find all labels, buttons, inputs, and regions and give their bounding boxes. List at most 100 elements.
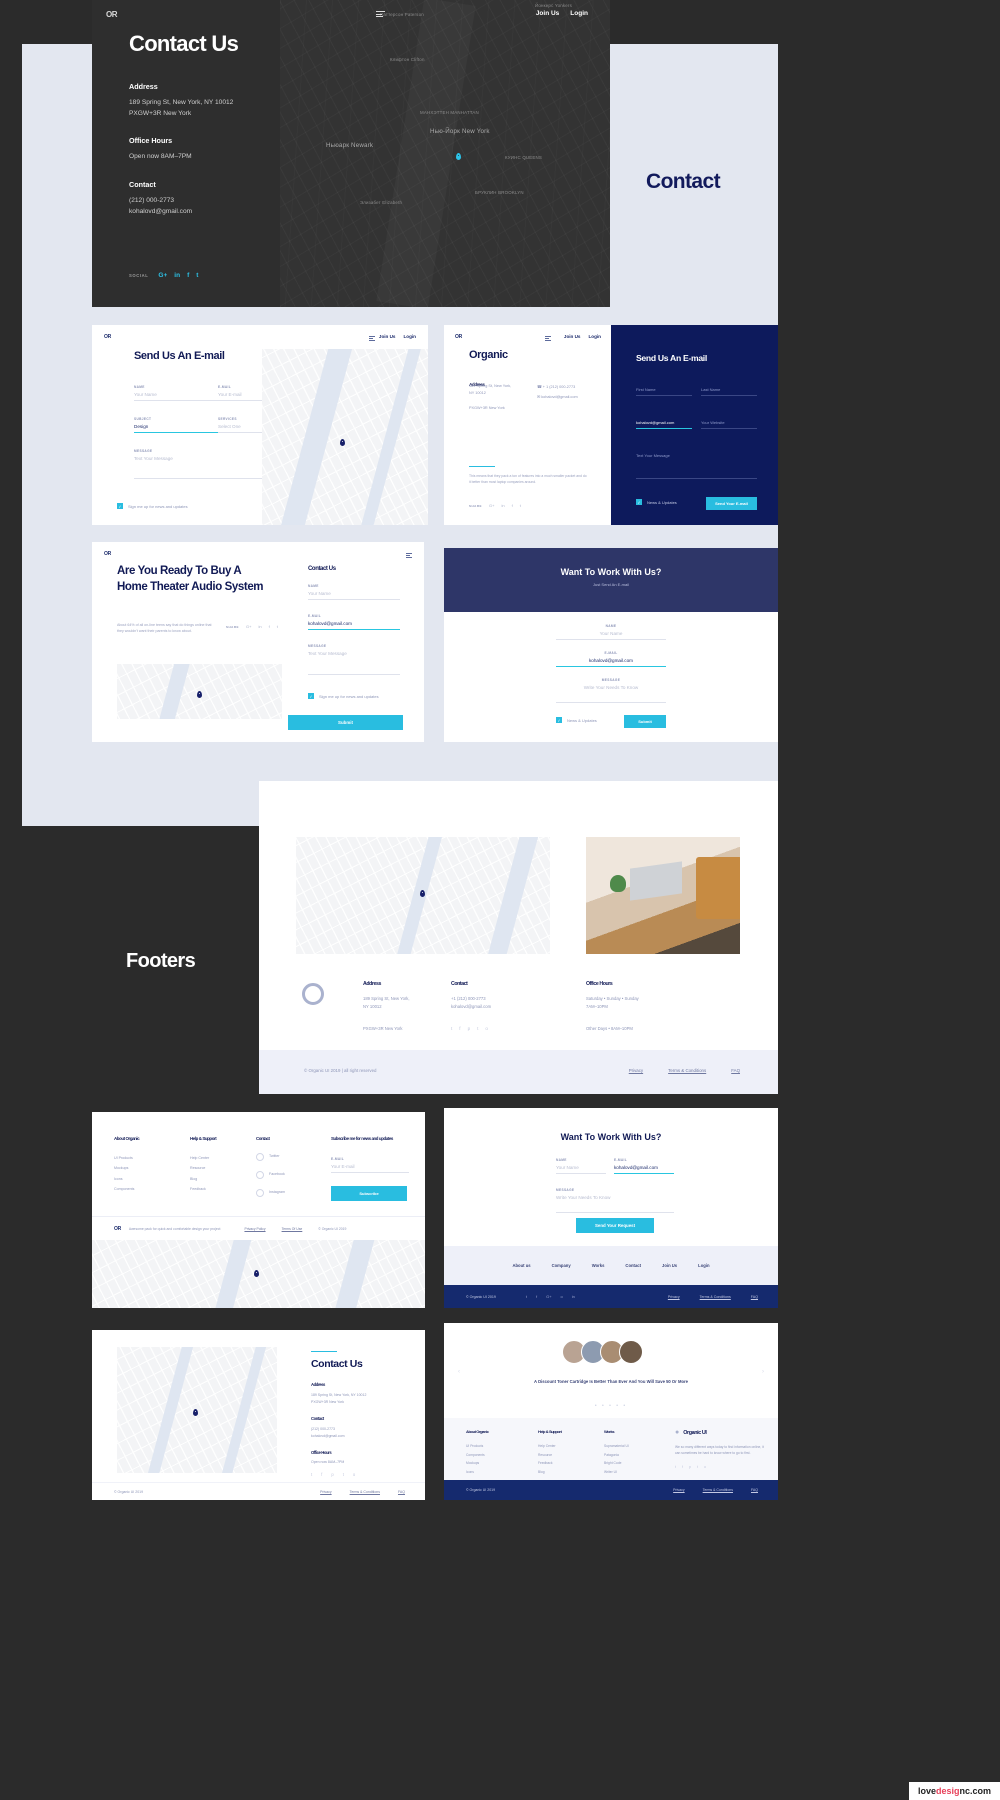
- hero-map[interactable]: Ньюарк Newark Нью-Йорк New York Паттерсо…: [280, 0, 610, 307]
- hamburger-menu-icon[interactable]: [406, 553, 412, 559]
- twitter-icon[interactable]: t: [311, 1472, 312, 1477]
- linkedin-icon[interactable]: in: [258, 624, 261, 629]
- pinterest-icon[interactable]: p: [689, 1465, 691, 1469]
- submit-button[interactable]: Submit: [288, 715, 403, 730]
- send-email-button[interactable]: Send Your E-mail: [706, 497, 757, 510]
- newsletter-checkbox-row[interactable]: ✓ News & Updates: [636, 499, 677, 505]
- facebook-icon[interactable]: f: [187, 272, 189, 279]
- instagram-icon[interactable]: o: [561, 1294, 563, 1299]
- link-item[interactable]: Feedback: [538, 1459, 562, 1468]
- instagram-icon[interactable]: o: [353, 1472, 355, 1477]
- instagram-icon[interactable]: o: [485, 1026, 488, 1031]
- link-terms[interactable]: Terms & Conditions: [668, 1068, 706, 1073]
- message-input[interactable]: Text Your Message: [636, 453, 757, 479]
- card-map[interactable]: [117, 664, 282, 719]
- link-faq[interactable]: FAQ: [751, 1295, 758, 1299]
- google-plus-icon[interactable]: G+: [546, 1294, 551, 1299]
- link-item[interactable]: Writer UI: [604, 1468, 629, 1477]
- link-privacy[interactable]: Privacy: [320, 1490, 331, 1494]
- facebook-icon[interactable]: f: [459, 1026, 460, 1031]
- link-item[interactable]: Icons: [114, 1174, 139, 1184]
- facebook-icon[interactable]: f: [512, 503, 513, 508]
- link-item[interactable]: Resource: [538, 1451, 562, 1460]
- avatar[interactable]: [619, 1340, 643, 1364]
- map-marker[interactable]: [254, 1270, 259, 1277]
- tumblr-icon[interactable]: t: [477, 1026, 478, 1031]
- link-faq[interactable]: FAQ: [751, 1488, 758, 1492]
- twitter-icon[interactable]: t: [526, 1294, 527, 1299]
- checkbox-checked-icon[interactable]: ✓: [308, 693, 314, 699]
- brand-logo[interactable]: OR: [455, 334, 462, 340]
- message-input[interactable]: Write Your Needs To Know: [556, 682, 666, 703]
- website-input[interactable]: Your Website: [701, 420, 757, 429]
- submit-button[interactable]: Submit: [624, 715, 666, 728]
- email-input[interactable]: kohalovd@gmail.com: [636, 420, 692, 429]
- nav-works[interactable]: Works: [592, 1263, 605, 1268]
- nav-contact[interactable]: Contact: [625, 1263, 641, 1268]
- link-privacy[interactable]: Privacy: [673, 1488, 684, 1492]
- carousel-dots[interactable]: • • • • •: [444, 1403, 778, 1409]
- twitter-icon[interactable]: t: [277, 624, 278, 629]
- nav-join-us[interactable]: Join Us: [536, 10, 559, 17]
- map-marker[interactable]: [420, 890, 425, 897]
- social-row-twitter[interactable]: Twitter: [256, 1153, 285, 1161]
- brand-logo[interactable]: OR: [106, 10, 118, 19]
- map-marker[interactable]: [193, 1409, 198, 1416]
- nav-company[interactable]: Company: [552, 1263, 571, 1268]
- link-privacy[interactable]: Privacy: [629, 1068, 643, 1073]
- subject-input[interactable]: Design: [134, 421, 219, 433]
- pinterest-icon[interactable]: p: [468, 1026, 471, 1031]
- name-input[interactable]: Your Name: [134, 389, 219, 401]
- google-plus-icon[interactable]: G+: [489, 503, 494, 508]
- link-item[interactable]: Resource: [190, 1163, 216, 1173]
- newsletter-checkbox-row[interactable]: ✓ Sign me up for news and updates: [117, 503, 188, 509]
- email-input[interactable]: kohalovd@gmail.com: [614, 1162, 674, 1174]
- nav-join-us[interactable]: Join Us: [379, 334, 396, 339]
- link-item[interactable]: Help Center: [538, 1442, 562, 1451]
- footer-map[interactable]: [296, 837, 550, 954]
- map-marker[interactable]: [197, 691, 202, 698]
- link-item[interactable]: Bright Code: [604, 1459, 629, 1468]
- subscribe-email-input[interactable]: Your E-mail: [331, 1161, 409, 1173]
- social-row-instagram[interactable]: Instagram: [256, 1189, 285, 1197]
- checkbox-checked-icon[interactable]: ✓: [556, 717, 562, 723]
- linkedin-icon[interactable]: in: [501, 503, 504, 508]
- email-input[interactable]: kohalovd@gmail.com: [308, 618, 400, 630]
- link-terms[interactable]: Terms & Conditions: [350, 1490, 380, 1494]
- nav-login[interactable]: Login: [588, 334, 601, 339]
- link-faq[interactable]: FAQ: [731, 1068, 740, 1073]
- tumblr-icon[interactable]: t: [343, 1472, 344, 1477]
- checkbox-checked-icon[interactable]: ✓: [636, 499, 642, 505]
- link-item[interactable]: Supramaterial UI: [604, 1442, 629, 1451]
- hamburger-menu-icon[interactable]: [369, 336, 375, 342]
- link-item[interactable]: Mockups: [466, 1459, 489, 1468]
- link-terms[interactable]: Terms & Conditions: [703, 1488, 733, 1492]
- link-terms-of-use[interactable]: Terms Of Use: [282, 1227, 303, 1231]
- link-item[interactable]: Components: [114, 1184, 139, 1194]
- link-privacy-policy[interactable]: Privacy Policy: [244, 1227, 265, 1231]
- link-item[interactable]: UI Products: [114, 1153, 139, 1163]
- link-item[interactable]: Icons: [466, 1468, 489, 1477]
- nav-login[interactable]: Login: [698, 1263, 709, 1268]
- facebook-icon[interactable]: f: [269, 624, 270, 629]
- subscribe-button[interactable]: Subscribe: [331, 1185, 407, 1201]
- brand-logo[interactable]: OR: [104, 334, 111, 340]
- nav-join-us[interactable]: Join Us: [564, 334, 581, 339]
- brand-logo[interactable]: OR: [104, 551, 111, 557]
- newsletter-checkbox-row[interactable]: ✓ Sign me up for news and updates: [308, 693, 379, 699]
- message-input[interactable]: Write Your Needs To Know: [556, 1192, 674, 1213]
- linkedin-icon[interactable]: in: [572, 1294, 575, 1299]
- twitter-icon[interactable]: t: [520, 503, 521, 508]
- carousel-next-icon[interactable]: ›: [762, 1369, 764, 1375]
- hamburger-menu-icon[interactable]: [376, 11, 385, 19]
- link-item[interactable]: Patagonia: [604, 1451, 629, 1460]
- google-plus-icon[interactable]: G+: [158, 272, 167, 279]
- social-row-facebook[interactable]: Facebook: [256, 1171, 285, 1179]
- checkbox-checked-icon[interactable]: ✓: [117, 503, 123, 509]
- twitter-icon[interactable]: t: [196, 272, 198, 279]
- name-input[interactable]: Your Name: [556, 628, 666, 640]
- link-item[interactable]: UI Products: [466, 1442, 489, 1451]
- nav-login[interactable]: Login: [403, 334, 416, 339]
- link-item[interactable]: Mockups: [114, 1163, 139, 1173]
- google-plus-icon[interactable]: G+: [246, 624, 251, 629]
